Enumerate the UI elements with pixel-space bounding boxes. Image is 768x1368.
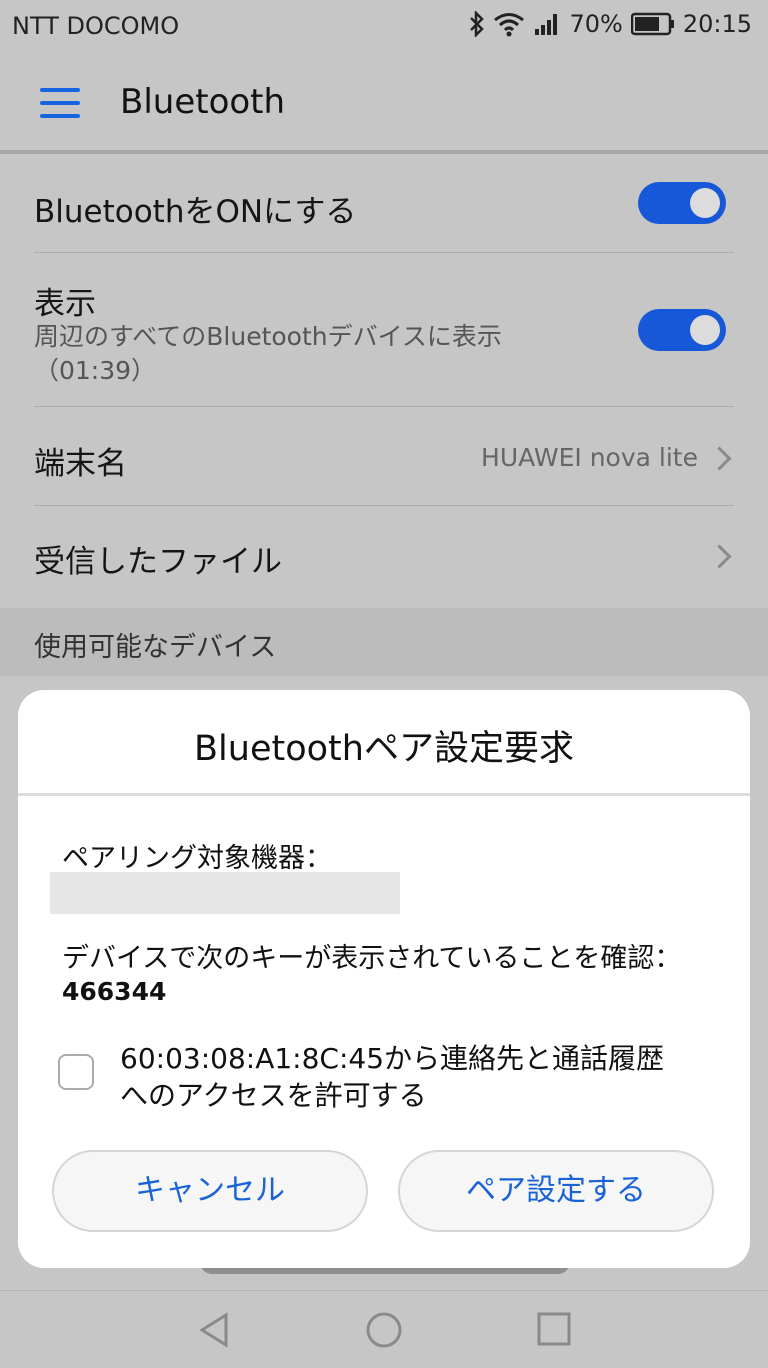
visibility-toggle[interactable] (638, 309, 726, 351)
redacted-device-name (50, 872, 400, 914)
divider (34, 406, 734, 407)
app-bar-divider (0, 150, 768, 154)
battery-icon (630, 12, 674, 36)
dialog-divider (18, 793, 750, 796)
device-name-label: 端末名 (34, 446, 127, 482)
bluetooth-on-row[interactable]: BluetoothをONにする (34, 180, 734, 236)
bluetooth-toggle[interactable] (638, 182, 726, 224)
consent-line-2: へのアクセスを許可する (120, 1079, 427, 1112)
pairing-dialog: Bluetoothペア設定要求 ペアリング対象機器： デバイスで次のキーが表示さ… (18, 690, 750, 1268)
consent-line-1: 60:03:08:A1:8C:45から連絡先と通話履歴 (120, 1042, 665, 1075)
divider (34, 252, 734, 253)
received-files-label: 受信したファイル (34, 544, 282, 580)
status-icons: 70% 20:15 (469, 10, 752, 38)
received-files-row[interactable]: 受信したファイル (34, 528, 734, 584)
home-icon[interactable] (365, 1311, 403, 1349)
device-name-row[interactable]: 端末名 HUAWEI nova lite (34, 430, 734, 486)
bluetooth-icon (470, 11, 485, 37)
visibility-label: 表示 (34, 286, 96, 322)
cancel-button[interactable]: キャンセル (52, 1150, 368, 1232)
dialog-title: Bluetoothペア設定要求 (194, 729, 574, 769)
available-devices-header: 使用可能なデバイス (0, 608, 768, 676)
clock: 20:15 (682, 10, 752, 38)
signal-icon (535, 14, 558, 35)
chevron-right-icon (707, 446, 732, 471)
status-bar: NTT DOCOMO 70% 20:15 (0, 0, 768, 52)
section-label: 使用可能なデバイス (34, 632, 277, 663)
recents-icon[interactable] (536, 1311, 572, 1347)
visibility-subtitle-2: （01:39） (34, 356, 157, 385)
menu-icon[interactable] (40, 88, 80, 118)
bluetooth-on-label: BluetoothをONにする (34, 194, 357, 230)
visibility-subtitle-1: 周辺のすべてのBluetoothデバイスに表示 (34, 322, 502, 351)
battery-percent: 70% (569, 10, 623, 38)
carrier-label: NTT DOCOMO (12, 12, 180, 40)
contacts-access-label[interactable]: 60:03:08:A1:8C:45から連絡先と通話履歴 へのアクセスを許可する (120, 1040, 720, 1114)
divider (34, 505, 734, 506)
wifi-icon (494, 13, 525, 37)
confirm-key-text: デバイスで次のキーが表示されていることを確認： (62, 943, 682, 974)
visibility-row[interactable]: 表示 周辺のすべてのBluetoothデバイスに表示 （01:39） (34, 274, 734, 394)
device-name-value: HUAWEI nova lite (481, 443, 698, 472)
chevron-right-icon (707, 544, 732, 569)
pairing-target-label: ペアリング対象機器： (62, 843, 332, 874)
page-title: Bluetooth (120, 82, 286, 122)
navigation-bar (0, 1290, 768, 1368)
app-bar: Bluetooth (0, 52, 768, 152)
pairing-key: 466344 (62, 977, 167, 1006)
back-icon[interactable] (196, 1311, 232, 1349)
contacts-access-checkbox[interactable] (58, 1054, 94, 1090)
pair-button[interactable]: ペア設定する (398, 1150, 714, 1232)
